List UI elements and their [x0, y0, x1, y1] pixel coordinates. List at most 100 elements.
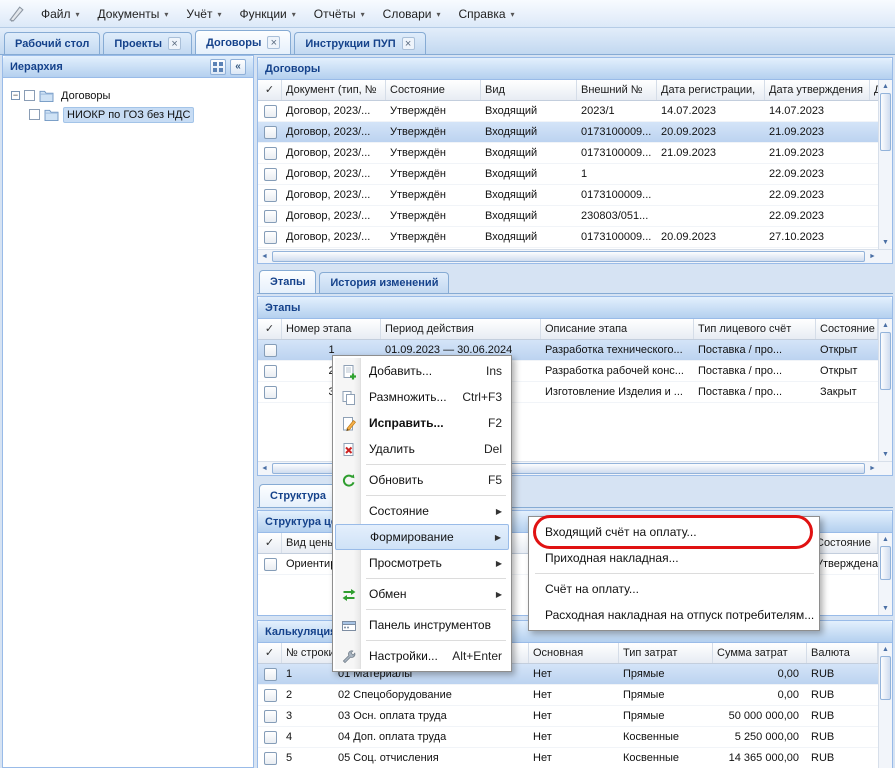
column-header[interactable]: Состояние	[812, 533, 878, 553]
tab-structure[interactable]: Структура	[259, 484, 337, 507]
horizontal-scrollbar[interactable]: ◄ ►	[258, 249, 892, 263]
close-icon[interactable]: ×	[402, 37, 415, 50]
menu-item-duplicate[interactable]: Размножить... Ctrl+F3	[335, 384, 509, 410]
vertical-scrollbar[interactable]: ▲ ▼	[878, 80, 892, 249]
row-checkbox[interactable]	[264, 668, 277, 681]
tree-node-contracts[interactable]: − Договоры	[7, 86, 249, 105]
menu-help[interactable]: Справка▾	[449, 2, 523, 26]
row-checkbox[interactable]	[264, 386, 277, 399]
submenu-item-incoming-invoice[interactable]: Входящий счёт на оплату...	[531, 519, 817, 545]
menu-functions[interactable]: Функции▾	[230, 2, 304, 26]
column-header[interactable]: Валюта	[807, 643, 878, 663]
scroll-down-icon[interactable]: ▼	[879, 448, 892, 461]
column-header[interactable]: № строки	[282, 643, 334, 663]
menu-item-settings[interactable]: Настройки... Alt+Enter	[335, 643, 509, 669]
scrollbar-thumb[interactable]	[880, 546, 891, 580]
close-icon[interactable]: ×	[168, 37, 181, 50]
table-row[interactable]: 5 05 Соц. отчисления Нет Косвенные 14 36…	[258, 748, 878, 768]
tree-checkbox[interactable]	[24, 90, 35, 101]
row-checkbox[interactable]	[264, 365, 277, 378]
table-row[interactable]: 4 04 Доп. оплата труда Нет Косвенные 5 2…	[258, 727, 878, 748]
menu-item-state[interactable]: Состояние ▶	[335, 498, 509, 524]
column-header[interactable]: Дата утверждения	[765, 80, 870, 100]
menu-item-exchange[interactable]: Обмен ▶	[335, 581, 509, 607]
column-header[interactable]: Дата	[870, 80, 878, 100]
menu-reports[interactable]: Отчёты▾	[305, 2, 374, 26]
row-checkbox[interactable]	[264, 710, 277, 723]
column-header[interactable]: Период действия	[381, 319, 541, 339]
tab-instructions[interactable]: Инструкции ПУП×	[294, 32, 425, 54]
column-header-check[interactable]: ✓	[258, 80, 282, 100]
scroll-left-icon[interactable]: ◄	[258, 250, 271, 263]
scroll-up-icon[interactable]: ▲	[879, 80, 892, 93]
submenu-item-invoice[interactable]: Счёт на оплату...	[531, 576, 817, 602]
scrollbar-thumb[interactable]	[880, 332, 891, 390]
menu-item-edit[interactable]: Исправить... F2	[335, 410, 509, 436]
tab-contracts[interactable]: Договоры×	[195, 30, 291, 54]
menu-documents[interactable]: Документы▾	[89, 2, 178, 26]
submenu-item-receipt-note[interactable]: Приходная накладная...	[531, 545, 817, 571]
column-header-check[interactable]: ✓	[258, 319, 282, 339]
table-row[interactable]: 2 02 Спецоборудование Нет Прямые 0,00 RU…	[258, 685, 878, 706]
tree-node-niokr[interactable]: НИОКР по ГОЗ без НДС	[25, 105, 249, 124]
table-row[interactable]: Договор, 2023/... Утверждён Входящий 017…	[258, 122, 878, 143]
column-header[interactable]: Внешний №	[577, 80, 657, 100]
scroll-left-icon[interactable]: ◄	[258, 462, 271, 475]
menu-dictionaries[interactable]: Словари▾	[374, 2, 450, 26]
table-row[interactable]: Договор, 2023/... Утверждён Входящий 017…	[258, 227, 878, 248]
scroll-up-icon[interactable]: ▲	[879, 533, 892, 546]
table-row[interactable]: Договор, 2023/... Утверждён Входящий 230…	[258, 206, 878, 227]
submenu-item-dispatch-note[interactable]: Расходная накладная на отпуск потребител…	[531, 602, 817, 628]
table-row[interactable]: Договор, 2023/... Утверждён Входящий 017…	[258, 143, 878, 164]
table-row[interactable]: Договор, 2023/... Утверждён Входящий 017…	[258, 185, 878, 206]
menu-item-delete[interactable]: Удалить Del	[335, 436, 509, 462]
column-header[interactable]: Номер этапа	[282, 319, 381, 339]
column-header[interactable]: Вид	[481, 80, 577, 100]
column-header[interactable]: Описание этапа	[541, 319, 694, 339]
column-header[interactable]: Основная	[529, 643, 619, 663]
vertical-scrollbar[interactable]: ▲ ▼	[878, 533, 892, 615]
row-checkbox[interactable]	[264, 689, 277, 702]
menu-item-toolbar[interactable]: Панель инструментов	[335, 612, 509, 638]
row-checkbox[interactable]	[264, 731, 277, 744]
vertical-scrollbar[interactable]: ▲	[878, 643, 892, 768]
row-checkbox[interactable]	[264, 210, 277, 223]
scrollbar-thumb[interactable]	[880, 93, 891, 151]
tab-change-history[interactable]: История изменений	[319, 272, 449, 293]
column-header[interactable]: Сумма затрат	[713, 643, 807, 663]
row-checkbox[interactable]	[264, 231, 277, 244]
row-checkbox[interactable]	[264, 344, 277, 357]
row-checkbox[interactable]	[264, 168, 277, 181]
row-checkbox[interactable]	[264, 147, 277, 160]
scroll-up-icon[interactable]: ▲	[879, 643, 892, 656]
column-header-check[interactable]: ✓	[258, 533, 282, 553]
table-row[interactable]: Договор, 2023/... Утверждён Входящий 1 2…	[258, 164, 878, 185]
column-header[interactable]: Тип затрат	[619, 643, 713, 663]
grid-view-icon[interactable]	[210, 59, 226, 75]
row-checkbox[interactable]	[264, 126, 277, 139]
table-row[interactable]: Договор, 2023/... Утверждён Входящий 202…	[258, 101, 878, 122]
column-header[interactable]: Состояние	[816, 319, 878, 339]
tree-collapse-icon[interactable]: −	[11, 91, 20, 100]
close-icon[interactable]: ×	[267, 36, 280, 49]
scrollbar-thumb[interactable]	[880, 656, 891, 700]
row-checkbox[interactable]	[264, 558, 277, 571]
menu-item-view[interactable]: Просмотреть ▶	[335, 550, 509, 576]
scrollbar-thumb[interactable]	[272, 251, 865, 262]
menu-item-formation[interactable]: Формирование ▶	[335, 524, 509, 550]
scroll-down-icon[interactable]: ▼	[879, 236, 892, 249]
scroll-up-icon[interactable]: ▲	[879, 319, 892, 332]
scroll-right-icon[interactable]: ►	[866, 250, 879, 263]
tab-projects[interactable]: Проекты×	[103, 32, 192, 54]
column-header[interactable]: Состояние	[386, 80, 481, 100]
collapse-panel-icon[interactable]: «	[230, 59, 246, 75]
menu-item-refresh[interactable]: Обновить F5	[335, 467, 509, 493]
column-header[interactable]: Документ (тип, №	[282, 80, 386, 100]
row-checkbox[interactable]	[264, 105, 277, 118]
scroll-right-icon[interactable]: ►	[866, 462, 879, 475]
row-checkbox[interactable]	[264, 189, 277, 202]
menu-item-add[interactable]: Добавить... Ins	[335, 358, 509, 384]
table-row[interactable]: 3 03 Осн. оплата труда Нет Прямые 50 000…	[258, 706, 878, 727]
column-header[interactable]: Дата регистрации,	[657, 80, 765, 100]
tab-desktop[interactable]: Рабочий стол	[4, 32, 100, 54]
